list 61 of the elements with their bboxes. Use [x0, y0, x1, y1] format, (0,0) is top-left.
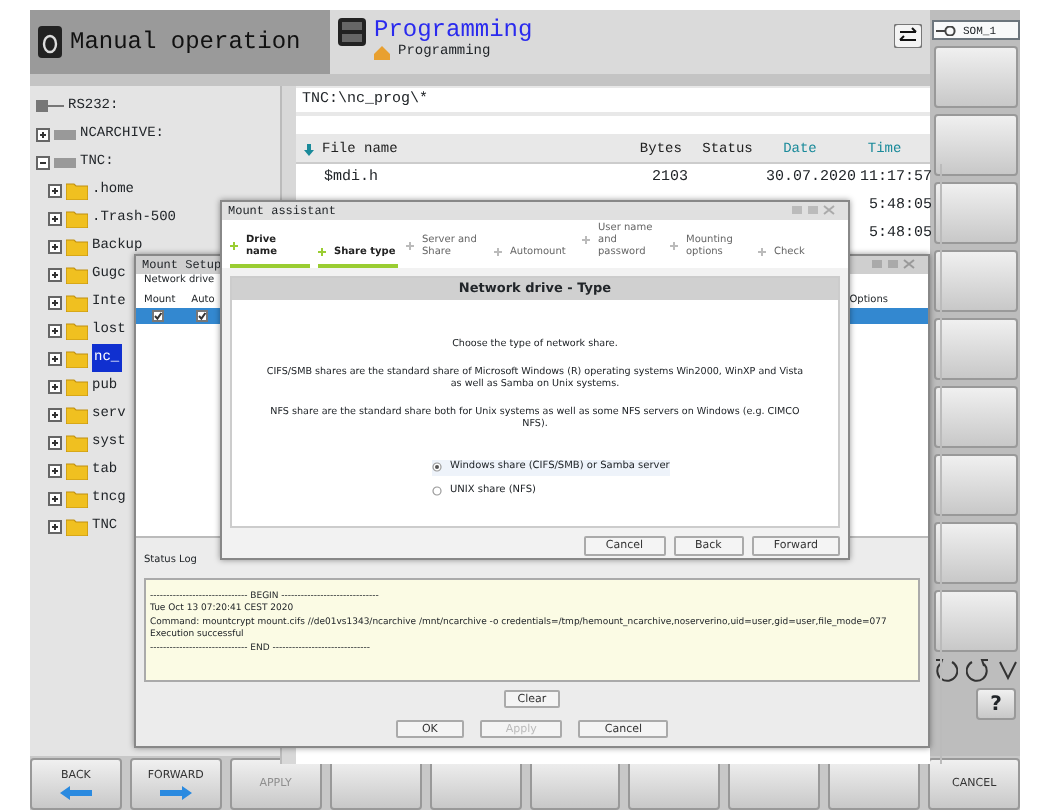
expand-icon[interactable] [48, 183, 62, 197]
checkbox[interactable] [196, 309, 208, 321]
expand-icon[interactable] [48, 519, 62, 533]
expand-icon[interactable] [48, 491, 62, 505]
rotate-left-icon[interactable] [933, 658, 957, 682]
folder-icon [66, 433, 88, 451]
program-title: Programming [374, 18, 533, 42]
folder-icon [66, 377, 88, 395]
hand-icon [38, 26, 62, 58]
plus-icon [582, 236, 590, 244]
plus-icon [494, 248, 502, 256]
plus-icon [318, 248, 326, 256]
folder-icon [66, 181, 88, 199]
softkey[interactable] [933, 250, 1017, 312]
plus-icon [230, 242, 238, 250]
scrollbar[interactable] [940, 164, 942, 764]
switch-icon[interactable] [894, 24, 922, 48]
folder-icon [66, 209, 88, 227]
expand-icon[interactable] [48, 323, 62, 337]
expand-icon[interactable] [48, 407, 62, 421]
folder-icon [66, 405, 88, 423]
folder-icon [66, 265, 88, 283]
plus-icon [670, 242, 678, 250]
expand-icon[interactable] [48, 295, 62, 309]
expand-icon[interactable] [48, 239, 62, 253]
softkey[interactable] [933, 522, 1017, 584]
softkey[interactable] [933, 318, 1017, 380]
help-key[interactable]: ? [976, 688, 1016, 720]
expand-icon[interactable] [48, 211, 62, 225]
arrow-left-icon [59, 785, 92, 800]
drive-icon [54, 157, 76, 167]
radio-button[interactable] [432, 462, 442, 473]
folder-icon [66, 517, 88, 535]
connector-icon [36, 100, 64, 112]
plus-icon [406, 242, 414, 250]
folder-icon [66, 489, 88, 507]
plus-icon [758, 248, 766, 256]
radio-button[interactable] [432, 485, 442, 496]
expand-icon[interactable] [48, 435, 62, 449]
arrow-right-icon [159, 785, 192, 800]
expand-icon[interactable] [48, 379, 62, 393]
folder-icon [66, 321, 88, 339]
program-run-icon [338, 18, 366, 46]
key-icon [935, 25, 955, 35]
folder-icon [66, 237, 88, 255]
folder-icon [66, 461, 88, 479]
folder-icon [66, 293, 88, 311]
rotate-right-icon[interactable] [965, 658, 989, 682]
expand-icon[interactable] [48, 267, 62, 281]
chevron-down-icon[interactable] [997, 658, 1017, 682]
folder-icon [66, 349, 88, 367]
collapse-icon[interactable] [36, 155, 50, 169]
checkbox[interactable] [152, 309, 164, 321]
expand-icon[interactable] [48, 463, 62, 477]
softkey[interactable] [933, 454, 1017, 516]
expand-icon[interactable] [48, 351, 62, 365]
home-icon [374, 45, 390, 60]
drive-icon [54, 129, 76, 139]
softkey[interactable] [933, 386, 1017, 448]
mode-tab[interactable]: Manual operation [30, 10, 330, 74]
expand-icon[interactable] [36, 127, 50, 141]
